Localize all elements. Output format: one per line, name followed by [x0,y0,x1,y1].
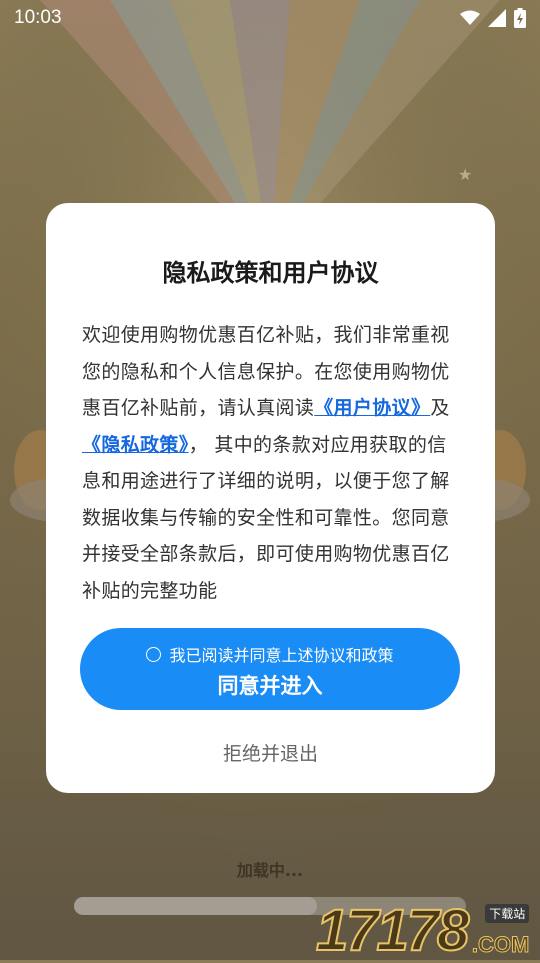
watermark-number: 17178 [315,898,470,963]
loading-text: 加载中... [236,861,304,880]
agree-checkbox-row[interactable]: 我已阅读并同意上述协议和政策 [80,642,460,666]
loading-progress-fill [74,897,318,915]
privacy-dialog: 隐私政策和用户协议 欢迎使用购物优惠百亿补贴，我们非常重视您的隐私和个人信息保护… [46,203,495,793]
user-agreement-link[interactable]: 《用户协议》 [314,397,430,419]
watermark-right: 下载站 .COM [469,898,531,960]
battery-charging-icon [514,8,526,28]
sparkle-icon: ★ [458,165,473,184]
status-time: 10:03 [14,7,62,28]
agree-checkbox-label: 我已阅读并同意上述协议和政策 [169,646,394,665]
dialog-title: 隐私政策和用户协议 [162,259,379,287]
signal-icon [488,9,506,27]
status-bar: 10:03 [0,0,540,36]
agree-radio-circle[interactable] [146,646,162,662]
body-rest-text: ， 其中的条款对应用获取的信息和用途进行了详细的说明，以便于您了解数据收集与传输… [82,433,450,602]
watermark-suffix: .COM [471,932,530,958]
status-icons [460,8,526,28]
wifi-icon [460,10,480,25]
reject-and-exit-button[interactable]: 拒绝并退出 [46,739,495,766]
agree-and-enter-button[interactable]: 我已阅读并同意上述协议和政策 同意并进入 [80,628,460,710]
watermark-logo: 17178 下载站 .COM [315,898,540,963]
privacy-policy-link[interactable]: 《隐私政策》 [82,434,189,456]
watermark-badge: 下载站 [485,904,530,923]
body-and-text: 及 [430,397,450,419]
agree-button-label: 同意并进入 [217,674,323,698]
dialog-body: 欢迎使用购物优惠百亿补贴，我们非常重视您的隐私和个人信息保护。在您使用购物优惠百… [82,317,462,609]
